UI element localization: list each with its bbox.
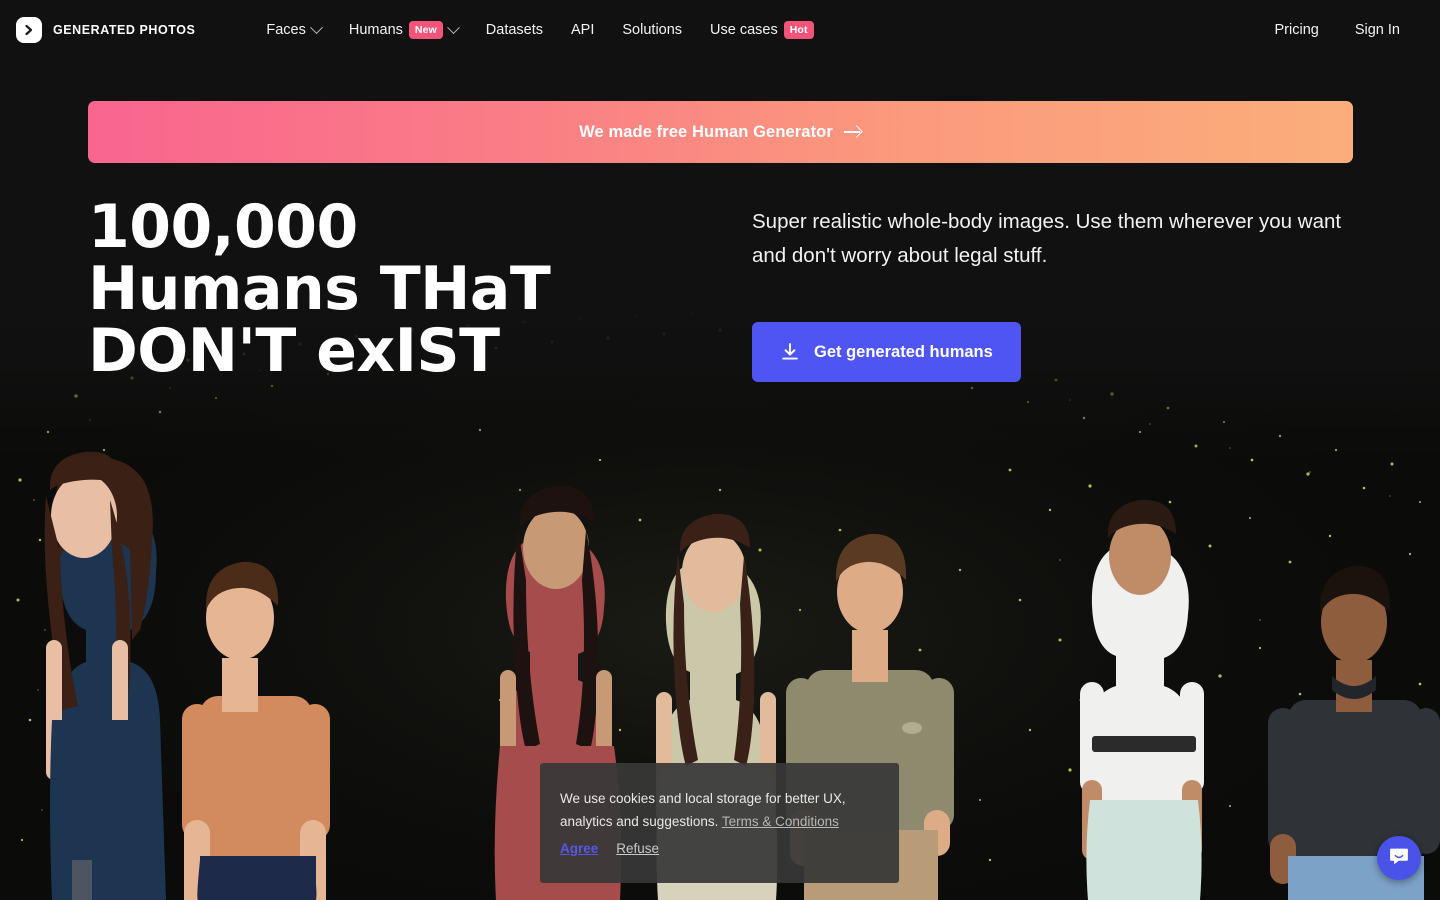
chevron-down-icon [310, 20, 323, 34]
nav-item-api[interactable]: API [557, 16, 608, 44]
nav-item-faces[interactable]: Faces [252, 16, 335, 44]
nav-item-use-cases[interactable]: Use cases Hot [696, 15, 828, 46]
secondary-nav: Pricing Sign In [1257, 16, 1418, 44]
badge-new: New [408, 20, 443, 40]
nav-item-sign-in[interactable]: Sign In [1337, 16, 1418, 44]
page-title: 100,000 Humans THaT DON'T exIST [88, 192, 551, 386]
primary-nav: Faces Humans New Datasets API Solutions … [252, 15, 827, 46]
badge-hot: Hot [783, 20, 814, 40]
cookie-message: We use cookies and local storage for bet… [560, 787, 860, 833]
page-root: GENERATED PHOTOS Faces Humans New Datase… [0, 0, 1440, 900]
hero-subhead-block: Super realistic whole-body images. Use t… [752, 205, 1352, 273]
get-generated-humans-button[interactable]: Get generated humans [752, 322, 1021, 382]
chevron-right-logo-icon [16, 17, 42, 43]
refuse-button[interactable]: Refuse [616, 841, 659, 856]
cookie-message-line2: analytics and suggestions. [560, 814, 719, 829]
cookie-actions: Agree Refuse [560, 841, 899, 856]
nav-item-solutions[interactable]: Solutions [608, 16, 696, 44]
nav-item-datasets[interactable]: Datasets [472, 16, 557, 44]
chevron-down-icon [446, 20, 460, 34]
nav-item-label: Use cases [710, 22, 778, 38]
cookie-message-line1: We use cookies and local storage for bet… [560, 791, 846, 806]
intercom-chat-launcher[interactable] [1377, 836, 1421, 880]
nav-item-pricing[interactable]: Pricing [1257, 16, 1337, 44]
hero-text-block: 100,000 Humans THaT DON'T exIST [88, 192, 551, 386]
nav-item-label: Faces [266, 22, 306, 38]
nav-item-humans[interactable]: Humans New [335, 15, 472, 46]
brand-name: GENERATED PHOTOS [53, 23, 196, 37]
cookie-consent-banner: We use cookies and local storage for bet… [540, 763, 899, 883]
promo-banner[interactable]: We made free Human Generator [88, 101, 1353, 163]
nav-item-label: Pricing [1274, 22, 1319, 38]
download-icon [780, 342, 800, 362]
chat-bubble-icon [1387, 844, 1411, 873]
terms-and-conditions-link[interactable]: Terms & Conditions [722, 814, 839, 829]
hero-subhead: Super realistic whole-body images. Use t… [752, 210, 1342, 267]
arrow-right-icon [843, 125, 862, 139]
top-navigation: GENERATED PHOTOS Faces Humans New Datase… [0, 0, 1440, 60]
person-1 [44, 451, 166, 900]
promo-banner-text: We made free Human Generator [579, 122, 833, 141]
agree-button[interactable]: Agree [560, 841, 598, 856]
brand-logo[interactable]: GENERATED PHOTOS [16, 17, 195, 43]
nav-item-label: Humans [348, 22, 403, 38]
nav-item-label: Sign In [1354, 22, 1400, 38]
cta-label: Get generated humans [814, 342, 993, 361]
nav-item-label: Datasets [485, 22, 544, 38]
nav-item-label: API [571, 22, 595, 38]
nav-item-label: Solutions [622, 22, 683, 38]
